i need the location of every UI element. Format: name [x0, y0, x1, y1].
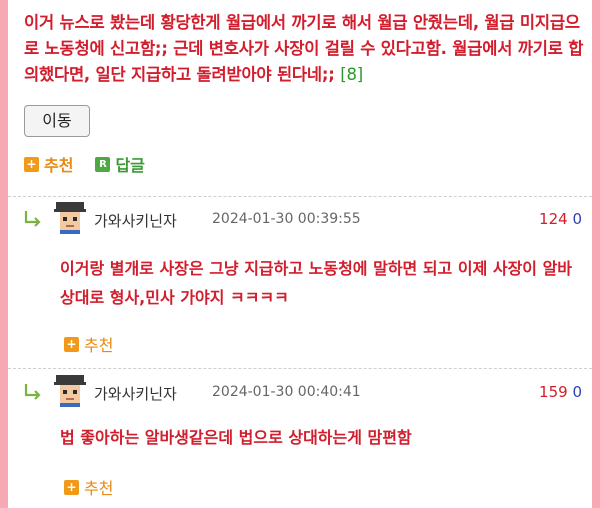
avatar[interactable] — [53, 373, 87, 407]
comment-timestamp: 2024-01-30 00:40:41 — [212, 384, 361, 400]
post-body: 이거 뉴스로 봤는데 황당한게 월급에서 까기로 해서 월급 안줬는데, 월급 … — [24, 10, 584, 88]
right-pink-border — [592, 0, 600, 508]
comment-item: 가와사키닌자 2024-01-30 00:39:55 124 0 이거랑 별개로… — [8, 200, 592, 366]
comment-text: 법 좋아하는 알바생같은데 법으로 상대하는게 맘편함 — [60, 428, 412, 447]
recommend-label: 추천 — [84, 336, 114, 355]
upvote-count: 159 — [539, 383, 568, 401]
reply-arrow-icon — [24, 384, 41, 400]
recommend-label: 추천 — [84, 479, 114, 498]
downvote-count: 0 — [572, 210, 582, 228]
divider — [8, 196, 592, 197]
recommend-label: 추천 — [44, 156, 74, 175]
recommend-button[interactable]: + 추천 — [24, 152, 73, 176]
reply-button[interactable]: R 답글 — [95, 152, 145, 176]
avatar[interactable] — [53, 200, 87, 234]
comment-recommend-button[interactable]: + 추천 — [64, 475, 113, 499]
comment-nickname[interactable]: 가와사키닌자 — [94, 210, 177, 231]
post-container: 이거 뉴스로 봤는데 황당한게 월급에서 까기로 해서 월급 안줬는데, 월급 … — [8, 0, 592, 508]
reply-arrow-icon — [24, 211, 41, 227]
post-actions: + 추천 R 답글 — [24, 152, 167, 176]
plus-icon: + — [64, 336, 79, 352]
reply-r-icon: R — [95, 156, 111, 172]
comment-score: 124 0 — [539, 210, 582, 228]
move-button[interactable]: 이동 — [24, 105, 90, 137]
reply-label: 답글 — [115, 156, 145, 175]
upvote-count: 124 — [539, 210, 568, 228]
comment-item: 가와사키닌자 2024-01-30 00:40:41 159 0 법 좋아하는 … — [8, 373, 592, 508]
comment-recommend-button[interactable]: + 추천 — [64, 332, 113, 356]
comment-timestamp: 2024-01-30 00:39:55 — [212, 211, 361, 227]
divider — [8, 368, 592, 369]
post-text: 이거 뉴스로 봤는데 황당한게 월급에서 까기로 해서 월급 안줬는데, 월급 … — [24, 13, 584, 84]
comment-count-link[interactable]: [8] — [340, 65, 363, 84]
comment-nickname[interactable]: 가와사키닌자 — [94, 383, 177, 404]
plus-icon: + — [24, 156, 39, 172]
left-pink-border — [0, 0, 8, 508]
comment-score: 159 0 — [539, 383, 582, 401]
downvote-count: 0 — [572, 383, 582, 401]
comment-text: 이거랑 별개로 사장은 그냥 지급하고 노동청에 말하면 되고 이제 사장이 알… — [60, 259, 573, 307]
plus-icon: + — [64, 479, 79, 495]
